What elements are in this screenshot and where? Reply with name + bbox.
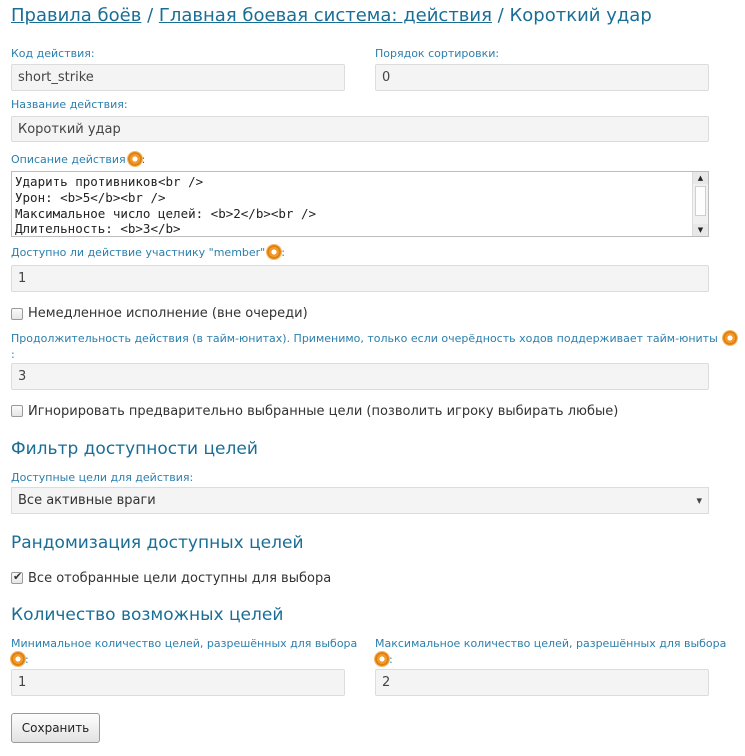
- breadcrumb-link-battle-rules[interactable]: Правила боёв: [11, 5, 141, 26]
- min-targets-label-text: Минимальное количество целей, разрешённы…: [11, 637, 358, 650]
- action-code-label: Код действия:: [11, 47, 95, 60]
- randomization-heading: Рандомизация доступных целей: [11, 533, 304, 553]
- chevron-down-icon[interactable]: ▾: [696, 488, 702, 514]
- available-targets-select[interactable]: Все активные враги ▾: [11, 487, 709, 514]
- scroll-up-arrow-icon[interactable]: ▲: [693, 172, 708, 184]
- description-label-text: Описание действия: [11, 153, 126, 166]
- available-targets-label: Доступные цели для действия:: [11, 471, 194, 484]
- description-label-colon: :: [141, 153, 146, 166]
- scroll-thumb[interactable]: [695, 186, 706, 216]
- ignore-targets-checkbox[interactable]: [11, 405, 23, 417]
- sort-order-input[interactable]: 0: [375, 64, 709, 91]
- breadcrumb-link-actions[interactable]: Главная боевая система: действия: [159, 5, 492, 26]
- description-textarea[interactable]: Ударить противников<br /> Урон: <b>5</b>…: [11, 171, 709, 237]
- min-targets-input[interactable]: 1: [11, 669, 345, 696]
- max-targets-label: Максимальное количество целей, разрешённ…: [375, 636, 726, 668]
- member-availability-label-text: Доступно ли действие участнику "member": [11, 246, 266, 259]
- breadcrumb-separator: /: [497, 5, 504, 26]
- gear-icon[interactable]: [267, 245, 282, 259]
- gear-icon[interactable]: [127, 152, 142, 166]
- action-name-label: Название действия:: [11, 98, 128, 111]
- breadcrumb-separator: /: [147, 5, 154, 26]
- scroll-down-arrow-icon[interactable]: ▼: [693, 224, 708, 236]
- duration-label: Продолжительность действия (в тайм-юнита…: [11, 331, 745, 363]
- description-scrollbar[interactable]: ▲ ▼: [692, 172, 708, 236]
- min-targets-label: Минимальное количество целей, разрешённы…: [11, 636, 357, 668]
- action-code-input[interactable]: short_strike: [11, 64, 345, 91]
- ignore-targets-checkbox-label: Игнорировать предварительно выбранные це…: [28, 404, 619, 419]
- min-targets-label-colon: :: [25, 653, 29, 666]
- page-title: Короткий удар: [509, 5, 652, 26]
- action-name-input[interactable]: Короткий удар: [11, 116, 709, 142]
- gear-icon[interactable]: [11, 652, 25, 666]
- max-targets-label-colon: :: [389, 653, 393, 666]
- gear-icon[interactable]: [723, 331, 738, 345]
- target-count-heading: Количество возможных целей: [11, 605, 284, 625]
- max-targets-input[interactable]: 2: [375, 669, 709, 696]
- breadcrumb: Правила боёв / Главная боевая система: д…: [11, 5, 652, 26]
- member-availability-input[interactable]: 1: [11, 265, 709, 292]
- all-targets-available-checkbox[interactable]: [11, 570, 23, 584]
- all-targets-available-label: Все отобранные цели доступны для выбора: [28, 571, 332, 586]
- max-targets-label-text: Максимальное количество целей, разрешённ…: [375, 637, 727, 650]
- member-availability-label-colon: :: [281, 246, 285, 259]
- target-filter-heading: Фильтр доступности целей: [11, 439, 258, 459]
- immediate-checkbox[interactable]: [11, 308, 23, 320]
- immediate-checkbox-label: Немедленное исполнение (вне очереди): [28, 306, 308, 321]
- gear-icon[interactable]: [375, 652, 389, 666]
- member-availability-label: Доступно ли действие участнику "member":: [11, 245, 285, 259]
- sort-order-label: Порядок сортировки:: [375, 47, 500, 60]
- description-label: Описание действия:: [11, 152, 145, 166]
- duration-label-text: Продолжительность действия (в тайм-юнита…: [11, 332, 718, 345]
- available-targets-selected-value: Все активные враги: [18, 493, 156, 508]
- duration-input[interactable]: 3: [11, 363, 709, 390]
- duration-label-colon: :: [11, 348, 15, 361]
- save-button[interactable]: Сохранить: [11, 713, 100, 743]
